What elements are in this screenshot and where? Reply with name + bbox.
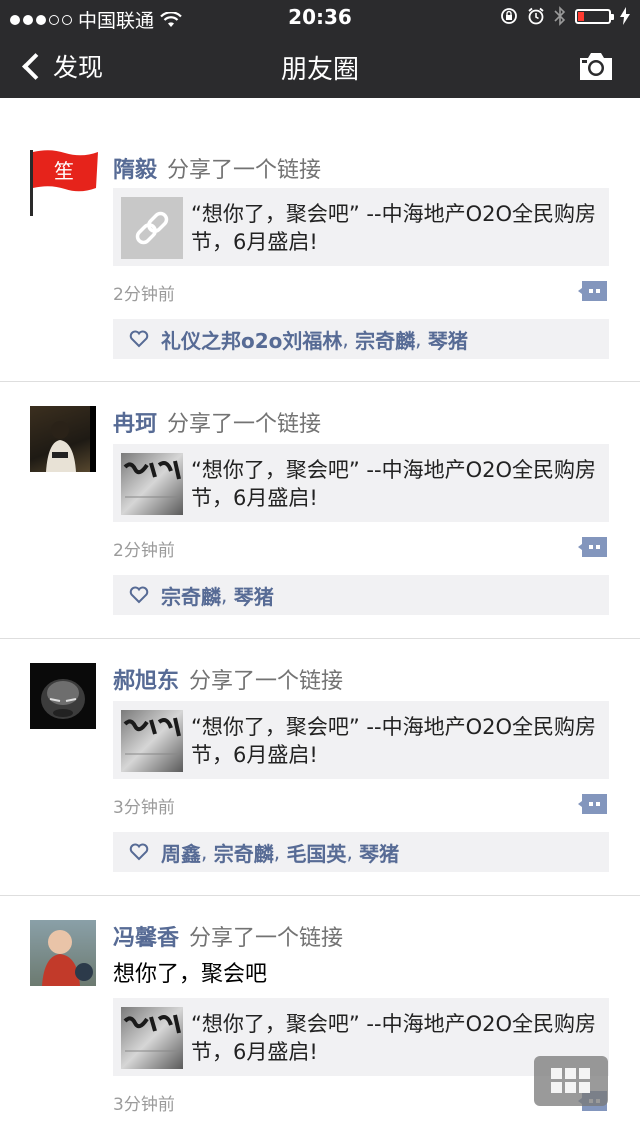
link-thumbnail xyxy=(121,197,183,259)
link-icon xyxy=(135,211,169,245)
liker-name[interactable]: 宗奇麟 xyxy=(355,325,415,354)
car-photo-avatar-icon xyxy=(41,679,85,719)
feed-post: 笙 隋毅 分享了一个链接 “想你了，聚会吧” --中海地产O2O全民购房节，6月盛… xyxy=(0,98,640,382)
post-action-label: 分享了一个链接 xyxy=(167,158,322,183)
heart-icon xyxy=(129,330,149,348)
status-bar: 中国联通 20:36 xyxy=(0,0,640,34)
post-author[interactable]: 郝旭东 分享了一个链接 xyxy=(113,663,343,695)
svg-text:笙: 笙 xyxy=(54,159,74,183)
likes-bar: 周鑫, 宗奇麟, 毛国英, 琴猪 xyxy=(113,832,609,872)
bluetooth-icon xyxy=(554,6,566,26)
author-name[interactable]: 冉珂 xyxy=(113,412,157,437)
post-author[interactable]: 冉珂 分享了一个链接 xyxy=(113,406,321,438)
post-time: 3分钟前 xyxy=(113,1095,175,1115)
calligraphy-thumbnail-icon xyxy=(123,717,181,755)
link-thumbnail xyxy=(121,453,183,515)
liker-name[interactable]: 礼仪之邦o2o刘福林 xyxy=(161,325,342,354)
avatar[interactable]: 笙 xyxy=(30,148,100,218)
orientation-lock-icon xyxy=(501,8,517,24)
post-action-label: 分享了一个链接 xyxy=(167,412,322,437)
feed-post: 郝旭东 分享了一个链接 “想你了，聚会吧” --中海地产O2O全民购房节，6月盛启… xyxy=(0,639,640,896)
link-card[interactable]: “想你了，聚会吧” --中海地产O2O全民购房节，6月盛启! xyxy=(113,701,609,779)
link-thumbnail xyxy=(121,1007,183,1069)
liker-name[interactable]: 琴猪 xyxy=(359,838,399,867)
battery-icon xyxy=(575,8,614,24)
link-title: “想你了，聚会吧” --中海地产O2O全民购房节，6月盛启! xyxy=(191,715,597,767)
post-time: 3分钟前 xyxy=(113,798,175,818)
post-author[interactable]: 隋毅 分享了一个链接 xyxy=(113,152,321,184)
floating-grid-button[interactable] xyxy=(534,1056,608,1106)
liker-name[interactable]: 宗奇麟 xyxy=(214,838,274,867)
feed-post: 冉珂 分享了一个链接 “想你了，聚会吧” --中海地产O2O全民购房节，6月盛启!… xyxy=(0,382,640,639)
moments-feed[interactable]: 笙 隋毅 分享了一个链接 “想你了，聚会吧” --中海地产O2O全民购房节，6月盛… xyxy=(0,98,640,1136)
link-thumbnail xyxy=(121,710,183,772)
red-flag-avatar-icon: 笙 xyxy=(30,150,98,216)
heart-icon xyxy=(129,586,149,604)
liker-name[interactable]: 周鑫 xyxy=(161,838,201,867)
author-name[interactable]: 郝旭东 xyxy=(113,669,179,694)
link-title: “想你了，聚会吧” --中海地产O2O全民购房节，6月盛启! xyxy=(191,458,597,510)
comment-icon[interactable] xyxy=(578,536,608,558)
person-photo-avatar-icon xyxy=(46,406,96,472)
post-action-label: 分享了一个链接 xyxy=(189,926,344,951)
author-name[interactable]: 冯馨香 xyxy=(113,926,179,951)
comment-icon[interactable] xyxy=(578,280,608,302)
camera-icon[interactable] xyxy=(578,50,614,82)
alarm-icon xyxy=(528,7,544,25)
post-action-label: 分享了一个链接 xyxy=(189,669,344,694)
baby-photo-avatar-icon xyxy=(42,930,93,986)
comment-icon[interactable] xyxy=(578,793,608,815)
avatar[interactable] xyxy=(30,663,96,729)
link-card[interactable]: “想你了，聚会吧” --中海地产O2O全民购房节，6月盛启! xyxy=(113,188,609,266)
avatar[interactable] xyxy=(30,920,96,986)
post-time: 2分钟前 xyxy=(113,541,175,561)
grid-icon xyxy=(551,1068,590,1093)
page-title: 朋友圈 xyxy=(280,55,359,85)
liker-name[interactable]: 琴猪 xyxy=(428,325,468,354)
post-text: 想你了，聚会吧 xyxy=(113,962,268,987)
liker-name[interactable]: 琴猪 xyxy=(234,581,274,610)
likes-bar: 宗奇麟, 琴猪 xyxy=(113,575,609,615)
liker-name[interactable]: 毛国英 xyxy=(286,838,346,867)
likes-bar: 礼仪之邦o2o刘福林, 宗奇麟, 琴猪 xyxy=(113,319,609,359)
avatar[interactable] xyxy=(30,406,96,472)
post-author[interactable]: 冯馨香 分享了一个链接 xyxy=(113,920,343,952)
calligraphy-thumbnail-icon xyxy=(123,460,181,498)
post-time: 2分钟前 xyxy=(113,285,175,305)
link-title: “想你了，聚会吧” --中海地产O2O全民购房节，6月盛启! xyxy=(191,202,597,254)
charging-icon xyxy=(620,7,630,25)
liker-name[interactable]: 宗奇麟 xyxy=(161,581,221,610)
calligraphy-thumbnail-icon xyxy=(123,1014,181,1052)
author-name[interactable]: 隋毅 xyxy=(113,158,157,183)
heart-icon xyxy=(129,843,149,861)
nav-bar: 发现 朋友圈 xyxy=(0,34,640,98)
link-card[interactable]: “想你了，聚会吧” --中海地产O2O全民购房节，6月盛启! xyxy=(113,444,609,522)
